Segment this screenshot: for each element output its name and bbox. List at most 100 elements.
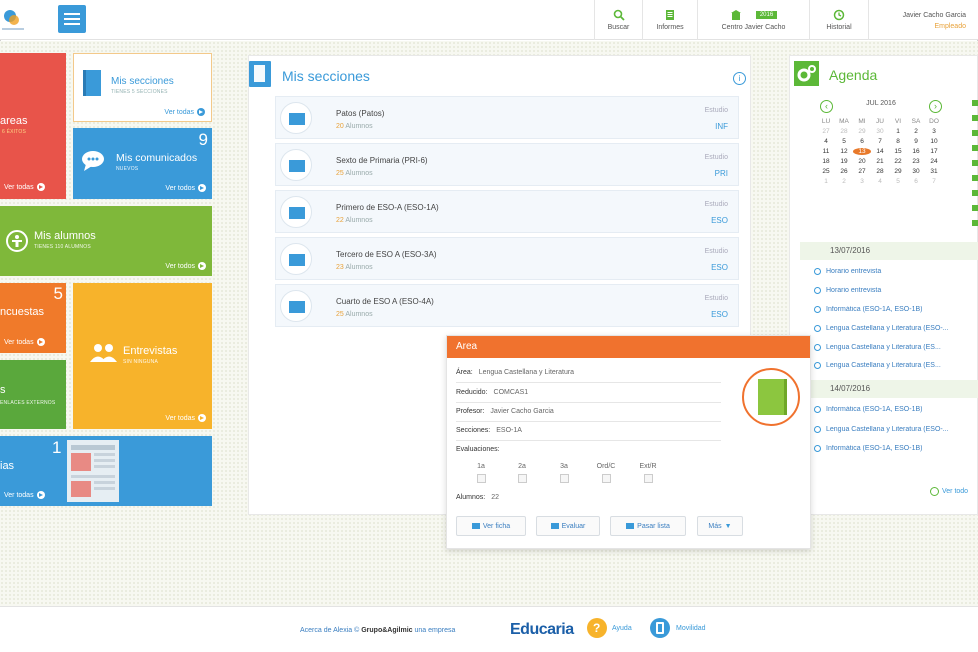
mobile-link[interactable]: Movilidad <box>676 625 706 632</box>
center-nav-button[interactable]: 2016 Centro Javier Cacho <box>697 0 809 40</box>
calendar-day[interactable]: 15 <box>889 148 907 155</box>
tile-tareas-link[interactable]: Ver todas <box>4 183 45 191</box>
calendar-day[interactable]: 19 <box>835 158 853 165</box>
calendar-day[interactable]: 3 <box>853 178 871 185</box>
info-icon[interactable]: i <box>733 72 746 85</box>
calendar-day[interactable]: 30 <box>907 168 925 175</box>
calendar-day[interactable]: 22 <box>889 158 907 165</box>
tile-alumnos-link[interactable]: Ver todos <box>165 262 206 270</box>
calendar-day[interactable]: 10 <box>925 138 943 145</box>
eval-checkbox[interactable] <box>476 474 486 483</box>
tile-encuestas[interactable]: 5 ncuestas Ver todas <box>0 283 66 353</box>
section-row[interactable]: Primero de ESO-A (ESO-1A) 22 Alumnos Est… <box>275 190 739 233</box>
section-level[interactable]: ESO <box>711 216 728 225</box>
calendar-day[interactable]: 7 <box>925 178 943 185</box>
tile-encuestas-link[interactable]: Ver todas <box>4 338 45 346</box>
tile-alumnos[interactable]: Mis alumnos TIENES 110 ALUMNOS Ver todos <box>0 206 212 276</box>
calendar-day[interactable]: 16 <box>907 148 925 155</box>
agenda-event[interactable]: Lengua Castellana y Literatura (ES... <box>814 362 978 369</box>
calendar-day[interactable]: 6 <box>853 138 871 145</box>
tile-entrevistas[interactable]: Entrevistas SIN NINGUNA Ver todas <box>73 283 212 429</box>
tile-noticias-link[interactable]: Ver todas <box>4 491 45 499</box>
calendar-day[interactable]: 28 <box>835 128 853 135</box>
about-link[interactable]: Acerca de Alexia <box>300 627 352 634</box>
section-level[interactable]: ESO <box>711 263 728 272</box>
tile-comunicados[interactable]: 9 Mis comunicados NUEVOS Ver todos <box>73 128 212 199</box>
agenda-event[interactable]: Lengua Castellana y Literatura (ES... <box>814 344 978 351</box>
section-row[interactable]: Sexto de Primaria (PRI-6) 25 Alumnos Est… <box>275 143 739 186</box>
calendar-day[interactable]: 25 <box>817 168 835 175</box>
section-row[interactable]: Tercero de ESO A (ESO-3A) 23 Alumnos Est… <box>275 237 739 280</box>
menu-button[interactable] <box>58 5 86 33</box>
view-file-button[interactable]: Ver ficha <box>456 516 526 536</box>
calendar-day[interactable]: 24 <box>925 158 943 165</box>
section-level[interactable]: PRI <box>715 169 728 178</box>
calendar-day[interactable]: 12 <box>835 148 853 155</box>
calendar-day[interactable]: 5 <box>835 138 853 145</box>
calendar-day[interactable]: 11 <box>817 148 835 155</box>
tile-secciones-link[interactable]: Ver todas <box>164 108 205 116</box>
agenda-event[interactable]: Horario entrevista <box>814 287 978 294</box>
reports-nav-button[interactable]: Informes <box>642 0 697 40</box>
eval-checkbox[interactable] <box>601 474 611 483</box>
agenda-view-all-link[interactable]: Ver todo <box>930 487 968 496</box>
help-icon[interactable]: ? <box>587 618 607 638</box>
agenda-event[interactable]: Informática (ESO-1A, ESO-1B) <box>814 406 978 413</box>
calendar-day[interactable]: 27 <box>853 168 871 175</box>
calendar-day[interactable]: 1 <box>889 128 907 135</box>
calendar-day[interactable]: 20 <box>853 158 871 165</box>
calendar-day[interactable]: 4 <box>817 138 835 145</box>
section-level[interactable]: ESO <box>711 310 728 319</box>
calendar-day[interactable]: 26 <box>835 168 853 175</box>
calendar-day[interactable]: 29 <box>889 168 907 175</box>
tile-secciones[interactable]: Mis secciones TIENES 5 SECCIONES Ver tod… <box>73 53 212 122</box>
eval-checkbox[interactable] <box>559 474 569 483</box>
help-link[interactable]: Ayuda <box>612 625 632 632</box>
calendar-day[interactable]: 4 <box>871 178 889 185</box>
section-row[interactable]: Cuarto de ESO A (ESO-4A) 25 Alumnos Estu… <box>275 284 739 327</box>
agenda-event[interactable]: Horario entrevista <box>814 268 978 275</box>
agenda-event[interactable]: Lengua Castellana y Literatura (ESO-... <box>814 426 978 433</box>
agenda-event[interactable]: Informática (ESO-1A, ESO-1B) <box>814 306 978 313</box>
tile-noticias[interactable]: 1 ias Ver todas <box>0 436 212 506</box>
tile-noticias-count: 1 <box>52 438 62 457</box>
tile-comunicados-link[interactable]: Ver todos <box>165 184 206 192</box>
calendar-day[interactable]: 27 <box>817 128 835 135</box>
tile-tareas[interactable]: areas 6 ÉXITOS Ver todas <box>0 53 66 199</box>
tile-enlaces[interactable]: s ENLACES EXTERNOS <box>0 360 66 429</box>
calendar-day[interactable]: 3 <box>925 128 943 135</box>
calendar-day[interactable]: 5 <box>889 178 907 185</box>
history-nav-button[interactable]: Historial <box>809 0 869 40</box>
section-row[interactable]: Patos (Patos) 20 Alumnos Estudio INF <box>275 96 739 139</box>
calendar-day[interactable]: 28 <box>871 168 889 175</box>
calendar-day[interactable]: 21 <box>871 158 889 165</box>
user-menu[interactable]: Javier Cacho Garcia Empleado <box>903 10 966 32</box>
calendar-day[interactable]: 30 <box>871 128 889 135</box>
mobile-icon[interactable] <box>650 618 670 638</box>
calendar-day[interactable]: 23 <box>907 158 925 165</box>
calendar-day[interactable]: 29 <box>853 128 871 135</box>
calendar-day[interactable]: 17 <box>925 148 943 155</box>
agenda-event[interactable]: Informática (ESO-1A, ESO-1B) <box>814 445 978 452</box>
calendar-day[interactable]: 7 <box>871 138 889 145</box>
calendar-day[interactable]: 2 <box>907 128 925 135</box>
calendar-day[interactable]: 1 <box>817 178 835 185</box>
calendar-day[interactable]: 13 <box>853 148 871 155</box>
section-level[interactable]: INF <box>715 122 728 131</box>
calendar-day[interactable]: 31 <box>925 168 943 175</box>
calendar-day[interactable]: 14 <box>871 148 889 155</box>
more-button[interactable]: Más ▼ <box>697 516 743 536</box>
tile-entrevistas-link[interactable]: Ver todas <box>165 414 206 422</box>
eval-checkbox[interactable] <box>517 474 527 483</box>
calendar-day[interactable]: 6 <box>907 178 925 185</box>
search-nav-button[interactable]: Buscar <box>594 0 642 40</box>
evaluate-button[interactable]: Evaluar <box>536 516 600 536</box>
calendar-day[interactable]: 9 <box>907 138 925 145</box>
next-month-button[interactable]: › <box>929 100 942 113</box>
agenda-event[interactable]: Lengua Castellana y Literatura (ESO-... <box>814 325 978 332</box>
calendar-day[interactable]: 8 <box>889 138 907 145</box>
calendar-day[interactable]: 2 <box>835 178 853 185</box>
take-attendance-button[interactable]: Pasar lista <box>610 516 686 536</box>
eval-checkbox[interactable] <box>643 474 653 483</box>
calendar-day[interactable]: 18 <box>817 158 835 165</box>
